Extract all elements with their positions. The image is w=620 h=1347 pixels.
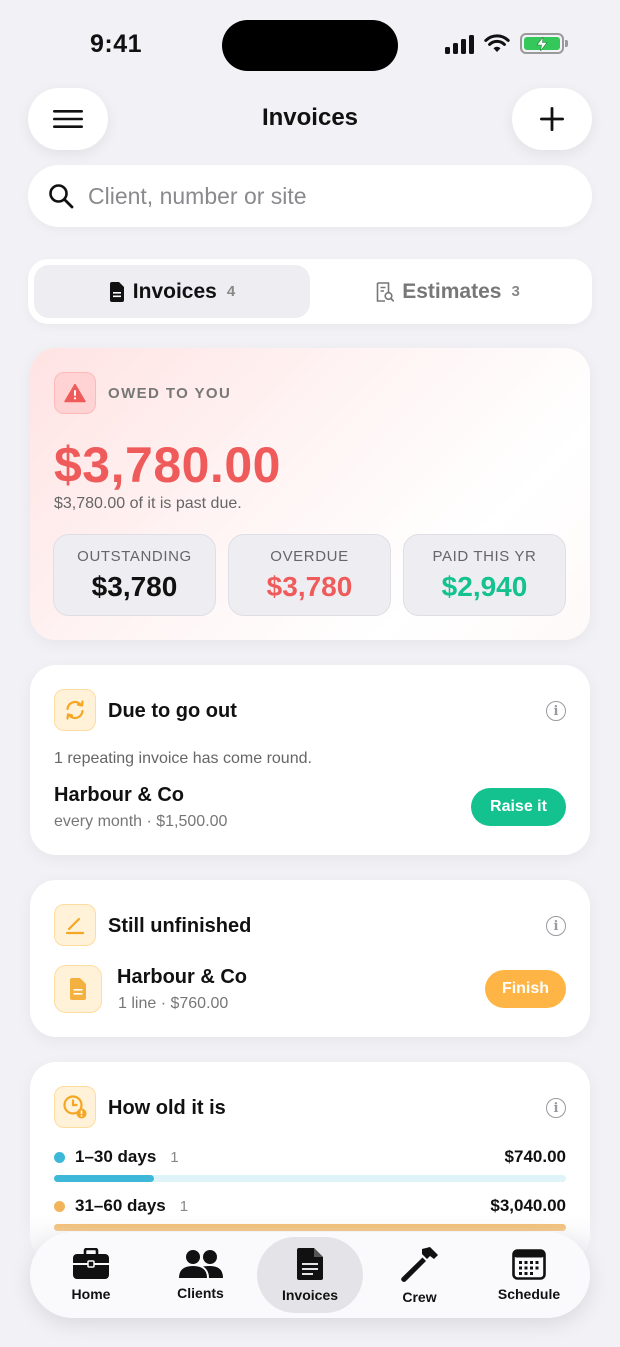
segmented-control: Invoices 4 Estimates 3 xyxy=(28,259,592,324)
repeat-detail: every month · $1,500.00 xyxy=(54,813,228,830)
draft-document-badge xyxy=(54,965,102,1013)
owed-label: OWED TO YOU xyxy=(108,385,232,402)
stat-label: OVERDUE xyxy=(270,547,349,565)
bucket-bar-fill xyxy=(54,1175,155,1182)
bucket-count: 1 xyxy=(170,1148,179,1166)
people-icon xyxy=(178,1250,223,1278)
tab-home[interactable]: Home xyxy=(38,1237,144,1313)
search-bar[interactable] xyxy=(28,165,592,227)
tab-bar: Home Clients Invoices Crew Schedule xyxy=(30,1232,590,1318)
stat-value: $2,940 xyxy=(441,570,528,602)
owed-summary-card: OWED TO YOU $3,780.00 $3,780.00 of it is… xyxy=(30,348,590,640)
overdue-stat[interactable]: OVERDUE $3,780 xyxy=(228,534,391,616)
edit-badge xyxy=(54,904,96,946)
pencil-icon xyxy=(65,917,85,935)
tab-invoices[interactable]: Invoices 4 xyxy=(34,265,310,318)
invoice-icon xyxy=(297,1248,323,1280)
tab-label: Schedule xyxy=(497,1286,561,1302)
client-name: Harbour & Co xyxy=(117,966,247,988)
repeat-icon xyxy=(66,700,84,720)
tab-label: Clients xyxy=(177,1285,224,1301)
battery-icon xyxy=(520,33,568,54)
warning-badge xyxy=(54,372,96,414)
tab-estimates-label: Estimates xyxy=(402,279,502,303)
search-input[interactable] xyxy=(88,182,548,210)
stat-value: $3,780 xyxy=(266,570,353,602)
tab-label: Invoices xyxy=(281,1287,339,1303)
card-title: Due to go out xyxy=(108,700,237,722)
bucket-amount: $740.00 xyxy=(504,1147,566,1166)
repeating-note: 1 repeating invoice has come round. xyxy=(54,750,312,767)
due-to-go-out-card: Due to go out i 1 repeating invoice has … xyxy=(30,665,590,855)
clock-badge xyxy=(54,1086,96,1128)
stat-label: PAID THIS YR xyxy=(432,547,537,565)
status-icons xyxy=(445,33,568,54)
wifi-icon xyxy=(484,33,510,52)
document-icon xyxy=(70,978,86,1000)
draft-detail: 1 line · $760.00 xyxy=(118,995,229,1012)
cellular-signal-icon xyxy=(445,34,474,54)
tab-invoices-count: 4 xyxy=(226,283,236,300)
stat-value: $3,780 xyxy=(91,570,178,602)
bucket-bar-track xyxy=(54,1175,566,1182)
stat-label: OUTSTANDING xyxy=(77,547,192,565)
info-icon[interactable]: i xyxy=(546,1098,566,1118)
repeat-badge xyxy=(54,689,96,731)
search-icon xyxy=(49,184,74,209)
owed-subtitle: $3,780.00 of it is past due. xyxy=(54,495,242,512)
clock-alert-icon xyxy=(63,1095,87,1119)
tab-crew[interactable]: Crew xyxy=(367,1237,473,1313)
warning-icon xyxy=(64,383,86,403)
plus-icon xyxy=(540,107,564,131)
card-title: Still unfinished xyxy=(108,915,252,937)
info-icon[interactable]: i xyxy=(546,916,566,936)
outstanding-stat[interactable]: OUTSTANDING $3,780 xyxy=(53,534,216,616)
tab-label: Home xyxy=(71,1286,111,1302)
calendar-icon xyxy=(512,1249,546,1280)
still-unfinished-card: Still unfinished i Harbour & Co 1 line ·… xyxy=(30,880,590,1037)
client-name: Harbour & Co xyxy=(54,784,184,806)
add-invoice-button[interactable] xyxy=(512,88,592,150)
tab-invoices-label: Invoices xyxy=(132,279,217,303)
tab-estimates[interactable]: Estimates 3 xyxy=(310,265,586,318)
bucket-dot xyxy=(54,1151,65,1163)
finish-button[interactable]: Finish xyxy=(485,970,566,1008)
info-icon[interactable]: i xyxy=(546,701,566,721)
document-icon xyxy=(109,281,124,302)
bucket-label: 31–60 days xyxy=(75,1196,166,1215)
tab-label: Crew xyxy=(402,1289,437,1305)
tab-estimates-count: 3 xyxy=(511,283,520,300)
tab-clients[interactable]: Clients xyxy=(148,1237,254,1313)
bucket-amount: $3,040.00 xyxy=(490,1196,566,1215)
bucket-label: 1–30 days xyxy=(75,1147,157,1166)
card-title: How old it is xyxy=(108,1097,226,1119)
receipt-icon xyxy=(376,281,395,302)
raise-it-button[interactable]: Raise it xyxy=(471,788,566,826)
briefcase-icon xyxy=(73,1248,109,1279)
bucket-count: 1 xyxy=(179,1197,189,1215)
dynamic-island xyxy=(222,20,398,71)
tab-schedule[interactable]: Schedule xyxy=(476,1237,582,1313)
paid-this-year-stat[interactable]: PAID THIS YR $2,940 xyxy=(403,534,566,616)
owed-amount: $3,780.00 xyxy=(54,437,281,493)
bucket-dot xyxy=(54,1200,65,1212)
hammer-icon xyxy=(400,1247,438,1282)
status-time: 9:41 xyxy=(90,30,143,58)
aging-row[interactable]: 1–30 days 1 $740.00 xyxy=(54,1147,566,1182)
tab-invoices-nav[interactable]: Invoices xyxy=(257,1237,363,1313)
